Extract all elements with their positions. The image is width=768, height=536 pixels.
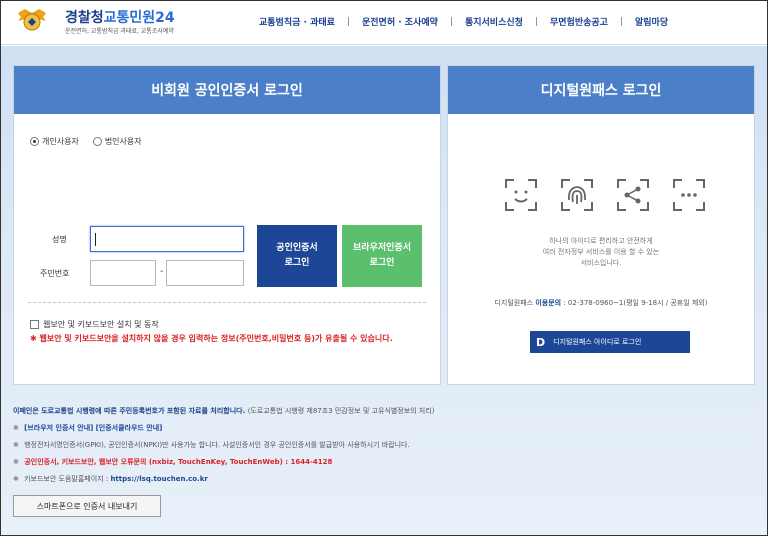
- onepass-contact: 디지털원패스 이용문의 : 02-378-0960~1(평일 9-18시 / 공…: [448, 298, 754, 308]
- site-subtitle: 운전면허, 교통범칙금 과태료, 교통조사예약: [65, 28, 174, 35]
- onepass-contact-highlight: 이용문의: [535, 299, 562, 307]
- notice-cert-types: ✱ 행정전자서명인증서(GPKI), 공인인증서(NPKI)만 사용가능 합니다…: [13, 437, 753, 454]
- browser-page: 경찰청교통민원24 운전면허, 교통범칙금 과태료, 교통조사예약 교통범칙금 …: [0, 0, 768, 536]
- site-title-accent: 교통민원24: [103, 10, 175, 26]
- nav-fines[interactable]: 교통범칙금 · 과태료: [259, 15, 335, 28]
- radio-personal-label[interactable]: 개인사용자: [42, 136, 79, 147]
- rrn-back-input[interactable]: [166, 260, 244, 286]
- onepass-desc-line1: 하나의 아이디로 편리하고 안전하게: [549, 237, 653, 245]
- notice-mark: ✱: [13, 441, 19, 449]
- security-checkbox-label[interactable]: 웹보안 및 키보드보안 설치 및 동작: [43, 319, 159, 330]
- radio-personal[interactable]: [30, 137, 39, 146]
- nav-license[interactable]: 운전면허 · 조사예약: [362, 15, 438, 28]
- name-label: 성명: [52, 235, 67, 244]
- onepass-desc-line3: 서비스입니다.: [580, 259, 622, 267]
- notice-privacy: 이페인은 도로교통법 시행령에 따른 주민등록번호가 포함된 자료를 처리합니다…: [13, 403, 753, 420]
- radio-corporate[interactable]: [92, 137, 102, 146]
- notice-cert-types-text: 행정전자서명인증서(GPKI), 공인인증서(NPKI)만 사용가능 합니다. …: [24, 441, 410, 449]
- onepass-description: 하나의 아이디로 편리하고 안전하게 여러 전자정부 서비스를 이용 할 수 있…: [448, 236, 754, 269]
- cert-login-title: 비회원 공인인증서 로그인: [14, 66, 440, 114]
- security-checkbox[interactable]: [30, 320, 39, 329]
- rrn-front-input[interactable]: [90, 260, 156, 286]
- digital-onepass-panel: 디지털원패스 로그인 하나의 아이디로 편리하고 안전하게 여러 전자정부 서비…: [447, 65, 755, 385]
- notice-mark: ✱: [13, 475, 19, 483]
- police-emblem-icon[interactable]: [15, 7, 49, 35]
- site-header: 경찰청교통민원24 운전면허, 교통범칙금 과태료, 교통조사예약 교통범칙금 …: [1, 1, 767, 45]
- name-input[interactable]: [90, 226, 244, 252]
- rrn-label: 주민번호: [40, 269, 70, 278]
- site-title-main: 경찰청: [65, 10, 104, 26]
- onepass-contact-prefix: 디지털원패스: [494, 299, 534, 307]
- notice-list: 이페인은 도로교통법 시행령에 따른 주민등록번호가 포함된 자료를 처리합니다…: [13, 403, 753, 488]
- top-nav: 교통범칙금 · 과태료 | 운전면허 · 조사예약 | 통지서비스신청 | 무면…: [259, 15, 668, 29]
- onepass-d-icon: D: [536, 335, 546, 349]
- nav-separator: |: [534, 16, 538, 27]
- nav-news[interactable]: 알림마당: [635, 15, 668, 28]
- onepass-login-label: 디지털원패스 아이디로 로그인: [553, 338, 642, 346]
- browser-cert-login-button[interactable]: 브라우저인증서 로그인: [342, 225, 422, 287]
- fingerprint-icon: [561, 179, 593, 211]
- onepass-login-button[interactable]: D 디지털원패스 아이디로 로그인: [530, 331, 690, 353]
- nav-return-notice[interactable]: 무면험반송공고: [550, 15, 608, 28]
- cert-login-panel: 비회원 공인인증서 로그인 개인사용자 법인사용자 성명 주민번호 - 공인인증…: [13, 65, 441, 385]
- cert-cloud-guide-link[interactable]: [인증서클라우드 안내]: [96, 424, 163, 432]
- nav-separator: |: [346, 16, 350, 27]
- keyboard-help-link[interactable]: https://lsq.touchen.co.kr: [110, 475, 207, 483]
- cert-login-button[interactable]: 공인인증서 로그인: [257, 225, 337, 287]
- nav-separator: |: [449, 16, 453, 27]
- browser-cert-guide-link[interactable]: [브라우저 인증서 안내]: [24, 424, 93, 432]
- notice-mark: ✱: [13, 458, 19, 466]
- notice-keyboard-help-text: 키보드보안 도움말홈페이지 :: [24, 475, 109, 483]
- site-title[interactable]: 경찰청교통민원24: [65, 7, 175, 27]
- nav-notification[interactable]: 통지서비스신청: [465, 15, 523, 28]
- pattern-lock-icon: [617, 179, 649, 211]
- security-warning: ✱ 웹보안 및 키보드보안을 설치하지 않을 경우 입력하는 정보(주민번호,비…: [30, 334, 393, 343]
- auth-method-icons: [504, 178, 728, 212]
- export-cert-to-smartphone-button[interactable]: 스마트폰으로 인증서 내보내기: [13, 495, 161, 517]
- notice-privacy-main: 이페인은 도로교통법 시행령에 따른 주민등록번호가 포함된 자료를 처리합니다…: [13, 407, 246, 415]
- user-type-radios: 개인사용자 법인사용자: [30, 136, 156, 147]
- notice-keyboard-help: ✱ 키보드보안 도움말홈페이지 : https://lsq.touchen.co…: [13, 471, 753, 488]
- notice-error-contact-text: 공인인증서, 키보드보안, 웹보안 오류문의 (nxbiz, TouchEnKe…: [24, 458, 333, 466]
- notice-guides: ✱ [브라우저 인증서 안내] [인증서클라우드 안내]: [13, 420, 753, 437]
- notice-error-contact: ✱ 공인인증서, 키보드보안, 웹보안 오류문의 (nxbiz, TouchEn…: [13, 454, 753, 471]
- onepass-title: 디지털원패스 로그인: [448, 66, 754, 114]
- notice-mark: ✱: [13, 424, 19, 432]
- rrn-dash: -: [160, 266, 164, 277]
- radio-corporate-label[interactable]: 법인사용자: [105, 136, 142, 147]
- security-checkbox-row: 웹보안 및 키보드보안 설치 및 동작: [30, 319, 159, 330]
- notice-privacy-law: (도로교통법 시행령 제87조3 민감정보 및 고유식별정보의 처리): [247, 407, 435, 415]
- nav-separator: |: [619, 16, 623, 27]
- text-caret: [95, 233, 96, 246]
- onepass-contact-phone: : 02-378-0960~1(평일 9-18시 / 공휴일 제외): [563, 299, 708, 307]
- panel-divider: [28, 302, 426, 303]
- face-recognition-icon: [505, 179, 537, 211]
- pin-code-icon: [673, 179, 705, 211]
- onepass-desc-line2: 여러 전자정부 서비스를 이용 할 수 있는: [542, 248, 660, 256]
